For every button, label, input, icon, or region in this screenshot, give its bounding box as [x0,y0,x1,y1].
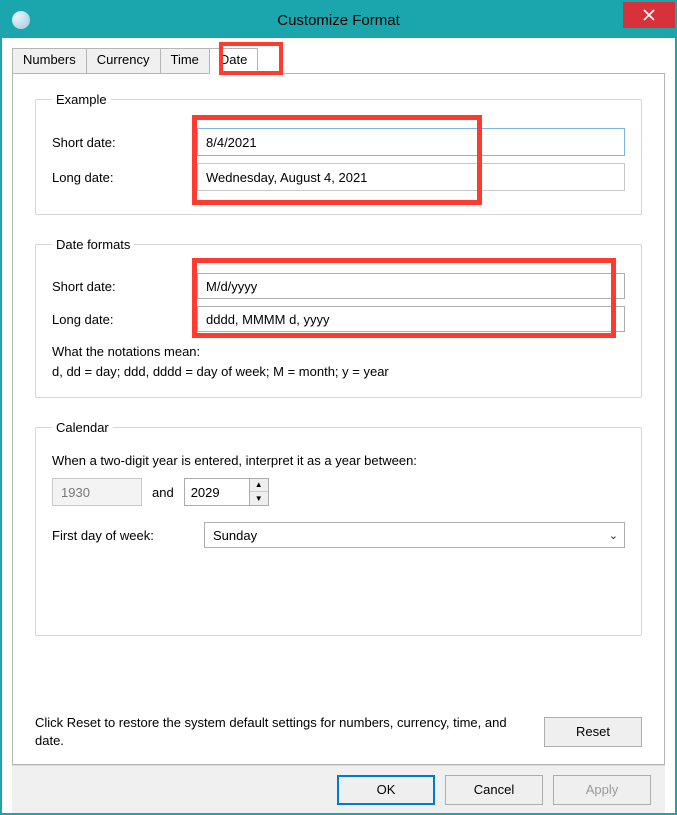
two-digit-year-text: When a two-digit year is entered, interp… [52,453,625,468]
notation-body: d, dd = day; ddd, dddd = day of week; M … [52,362,625,382]
tab-currency[interactable]: Currency [86,48,161,74]
row-long-example: Long date: Wednesday, August 4, 2021 [52,163,625,191]
reset-row: Click Reset to restore the system defaul… [35,706,642,750]
first-day-combo[interactable]: Sunday ⌄ [204,522,625,548]
short-date-format-combo[interactable]: M/d/yyyy ⌄ [197,273,625,299]
year-start-readonly: 1930 [52,478,142,506]
chevron-down-icon: ⌄ [609,313,618,326]
tab-time[interactable]: Time [160,48,210,74]
notation-help: What the notations mean: d, dd = day; dd… [52,342,625,381]
tab-numbers[interactable]: Numbers [12,48,87,74]
reset-description: Click Reset to restore the system defaul… [35,714,524,750]
year-range-row: 1930 and ▲ ▼ [52,478,625,506]
reset-button[interactable]: Reset [544,717,642,747]
dialog-body: Numbers Currency Time Date Example Short… [2,38,675,813]
label-short-date-format: Short date: [52,279,197,294]
close-icon [643,9,655,21]
label-first-day: First day of week: [52,528,204,543]
titlebar: Customize Format [2,2,675,38]
long-date-format-value: dddd, MMMM d, yyyy [206,312,330,327]
chevron-down-icon: ⌄ [609,280,618,293]
group-formats-legend: Date formats [52,237,134,252]
tab-panel-date: Example Short date: 8/4/2021 Long date: … [12,73,665,765]
first-day-value: Sunday [213,528,257,543]
label-short-date-example: Short date: [52,135,197,150]
spinner-down-button[interactable]: ▼ [250,492,268,505]
dialog-footer: OK Cancel Apply [12,765,665,813]
row-short-example: Short date: 8/4/2021 [52,128,625,156]
chevron-down-icon: ⌄ [609,529,618,542]
label-long-date-format: Long date: [52,312,197,327]
window-title: Customize Format [2,12,675,29]
ok-button[interactable]: OK [337,775,435,805]
year-end-input[interactable] [184,478,250,506]
group-example: Example Short date: 8/4/2021 Long date: … [35,92,642,215]
year-end-spinner[interactable]: ▲ ▼ [184,478,269,506]
row-long-format: Long date: dddd, MMMM d, yyyy ⌄ [52,306,625,332]
customize-format-window: Customize Format Numbers Currency Time D… [0,0,677,815]
row-short-format: Short date: M/d/yyyy ⌄ [52,273,625,299]
apply-button[interactable]: Apply [553,775,651,805]
group-example-legend: Example [52,92,111,107]
short-date-example: 8/4/2021 [197,128,625,156]
and-label: and [152,485,174,500]
row-first-day: First day of week: Sunday ⌄ [52,522,625,548]
spinner-buttons: ▲ ▼ [250,478,269,506]
group-calendar: Calendar When a two-digit year is entere… [35,420,642,636]
long-date-format-combo[interactable]: dddd, MMMM d, yyyy ⌄ [197,306,625,332]
group-date-formats: Date formats Short date: M/d/yyyy ⌄ Long… [35,237,642,398]
tab-date[interactable]: Date [209,48,258,74]
cancel-button[interactable]: Cancel [445,775,543,805]
short-date-format-value: M/d/yyyy [206,279,257,294]
notation-title: What the notations mean: [52,342,625,362]
tab-strip: Numbers Currency Time Date [12,48,665,74]
group-calendar-legend: Calendar [52,420,113,435]
label-long-date-example: Long date: [52,170,197,185]
close-button[interactable] [623,2,675,28]
spinner-up-button[interactable]: ▲ [250,479,268,492]
long-date-example: Wednesday, August 4, 2021 [197,163,625,191]
